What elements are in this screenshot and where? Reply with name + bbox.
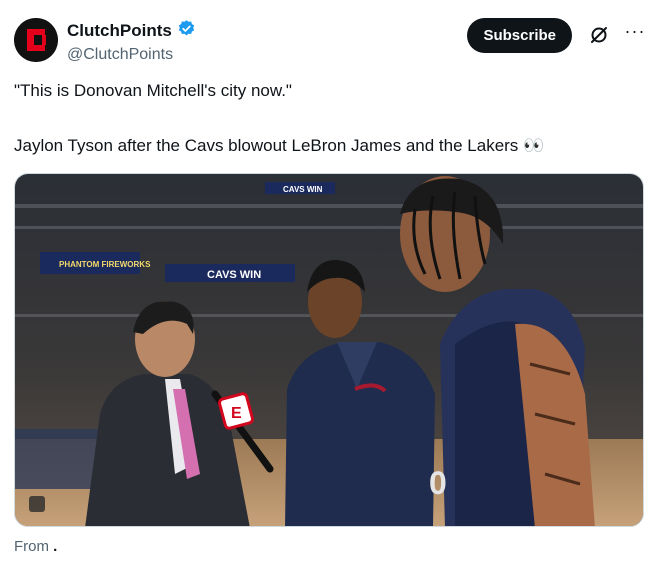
interview-photo: PHANTOM FIREWORKS CAVS WIN CAVS WIN E 0: [15, 174, 643, 526]
tweet-media-image[interactable]: PHANTOM FIREWORKS CAVS WIN CAVS WIN E 0: [14, 173, 644, 527]
subscribe-button[interactable]: Subscribe: [467, 18, 572, 53]
media-overlay-icon[interactable]: [29, 496, 45, 512]
tweet-header: ClutchPoints @ClutchPoints Subscribe ···: [14, 14, 646, 68]
tweet-line-caption: Jaylon Tyson after the Cavs blowout LeBr…: [14, 136, 545, 155]
tweet-line-quote: "This is Donovan Mitchell's city now.": [14, 81, 292, 100]
svg-text:PHANTOM FIREWORKS: PHANTOM FIREWORKS: [59, 260, 151, 269]
clutchpoints-logo-icon: [14, 18, 58, 62]
svg-text:CAVS WIN: CAVS WIN: [283, 185, 323, 194]
svg-text:E: E: [231, 405, 242, 422]
verified-badge-icon: [177, 19, 196, 43]
svg-text:CAVS WIN: CAVS WIN: [207, 269, 261, 281]
from-label: From: [14, 538, 49, 555]
account-names: ClutchPoints @ClutchPoints: [67, 19, 196, 65]
display-name[interactable]: ClutchPoints: [67, 21, 172, 41]
from-source[interactable]: .: [53, 538, 57, 555]
media-attribution: From .: [14, 538, 57, 555]
arena-banner-cavs-win-2: CAVS WIN: [265, 182, 335, 194]
avatar[interactable]: [14, 18, 58, 62]
grok-icon[interactable]: [588, 24, 610, 46]
arena-banner-cavs-win-1: CAVS WIN: [165, 264, 295, 282]
more-options-icon[interactable]: ···: [624, 20, 646, 42]
arena-banner-phantom: PHANTOM FIREWORKS: [40, 252, 151, 274]
handle[interactable]: @ClutchPoints: [67, 45, 196, 65]
svg-text:0: 0: [429, 465, 447, 501]
tweet-text: "This is Donovan Mitchell's city now." J…: [14, 80, 646, 157]
